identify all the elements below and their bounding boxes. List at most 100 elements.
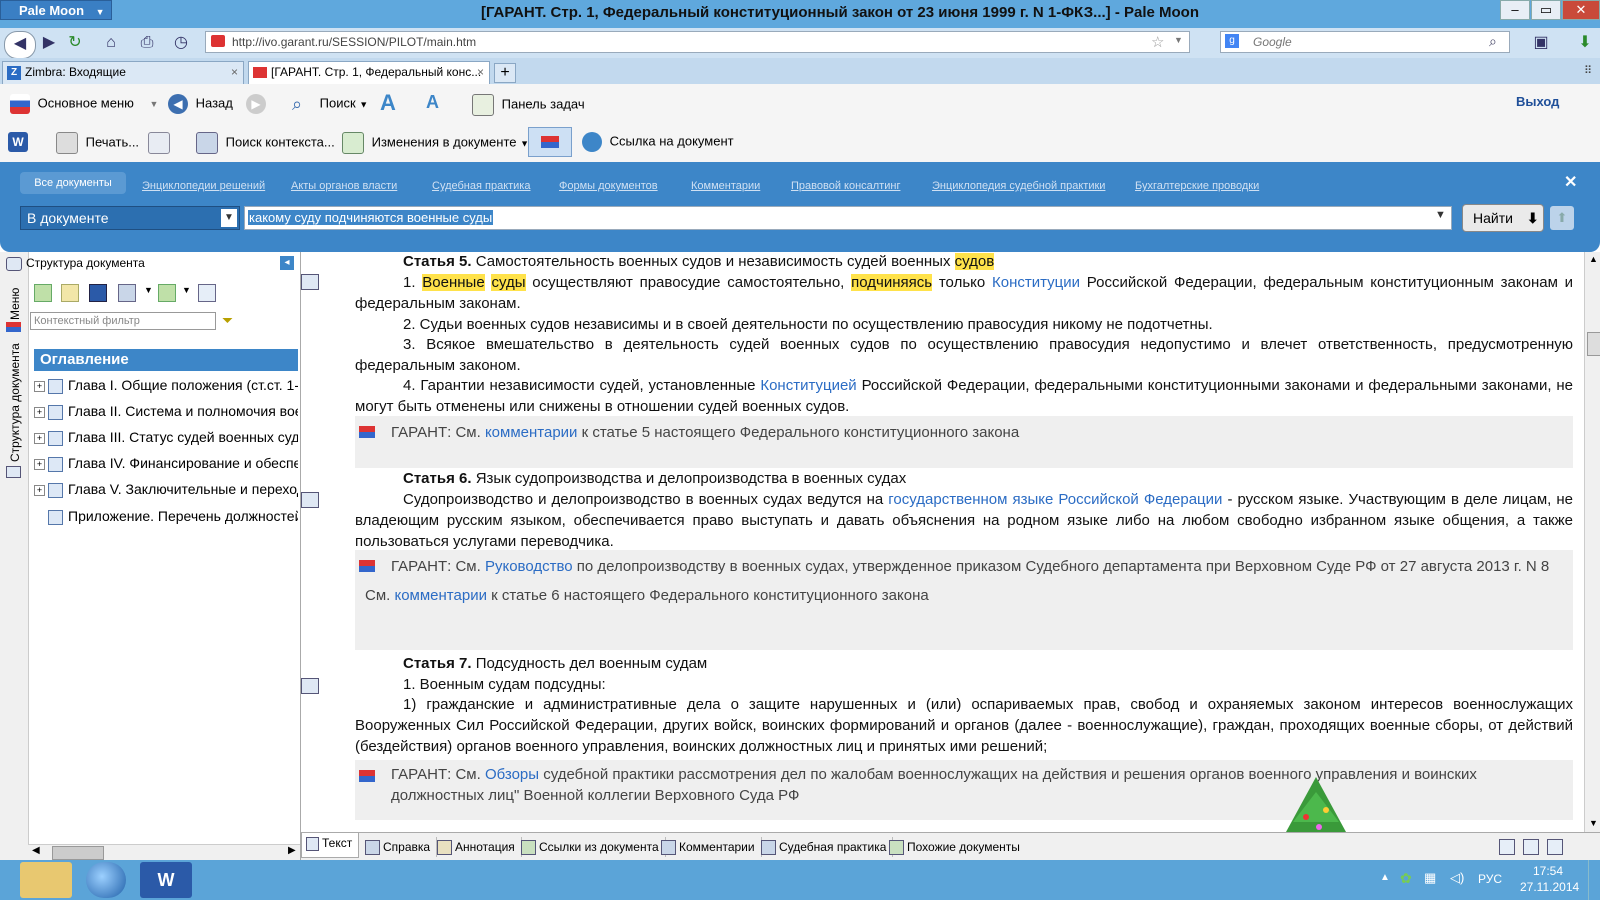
- vtab-structure[interactable]: Структура документа: [8, 343, 22, 462]
- tray-app-icon[interactable]: ✿: [1400, 870, 1412, 887]
- print-icon[interactable]: ⎙: [134, 31, 160, 55]
- tab-list-icon[interactable]: ⠿: [1584, 64, 1592, 77]
- address-bar[interactable]: http://ivo.garant.ru/SESSION/PILOT/main.…: [205, 31, 1190, 53]
- expand-plus-icon[interactable]: +: [34, 458, 45, 470]
- category-link[interactable]: Комментарии: [691, 180, 760, 192]
- toc-item[interactable]: + Глава II. Система и полномочия военных: [34, 398, 298, 424]
- vertical-scrollbar[interactable]: ▲ ▼: [1584, 252, 1600, 832]
- search-scope-select[interactable]: В документе ▼: [20, 206, 240, 230]
- document-icon[interactable]: [1523, 839, 1539, 855]
- tab-links-from-doc[interactable]: Ссылки из документа: [517, 837, 666, 857]
- download-icon[interactable]: ⬇: [1572, 31, 1598, 55]
- law-link[interactable]: Конституции: [992, 274, 1080, 291]
- category-link[interactable]: Формы документов: [559, 180, 658, 192]
- forward-button[interactable]: ▶: [246, 94, 270, 114]
- show-desktop-button[interactable]: [1588, 860, 1600, 900]
- scroll-left-icon[interactable]: ◀: [32, 845, 40, 856]
- comment-link[interactable]: комментарии: [485, 424, 577, 441]
- taskpanel-button[interactable]: Панель задач: [472, 94, 585, 116]
- find-button[interactable]: Найти ⬇: [1462, 204, 1544, 232]
- expand-plus-icon[interactable]: +: [34, 380, 45, 392]
- word-export-button[interactable]: W: [8, 132, 32, 152]
- chevron-down-icon[interactable]: ▼: [144, 285, 153, 295]
- scroll-up-icon[interactable]: ▲: [1589, 254, 1598, 264]
- palemoon-globe-icon[interactable]: [86, 862, 126, 898]
- margin-doc-icon[interactable]: [301, 274, 319, 290]
- clock-time[interactable]: 17:54: [1533, 864, 1563, 878]
- main-menu-button[interactable]: Основное меню ▼: [10, 94, 158, 114]
- print-button[interactable]: Печать...: [56, 132, 139, 154]
- tab-zimbra[interactable]: Z Zimbra: Входящие ×: [2, 61, 244, 84]
- tab-court-practice[interactable]: Судебная практика: [757, 837, 894, 857]
- forward-arrow-icon[interactable]: ▶: [36, 31, 62, 55]
- context-search-button[interactable]: Поиск контекста...: [196, 132, 335, 154]
- export-icon[interactable]: [158, 284, 176, 302]
- scroll-down-icon[interactable]: ▼: [1589, 818, 1598, 828]
- close-panel-icon[interactable]: ✕: [1564, 172, 1577, 192]
- home-icon[interactable]: ⌂: [98, 31, 124, 55]
- bookmark-icon[interactable]: [198, 284, 216, 302]
- save-button[interactable]: [148, 132, 174, 154]
- back-button[interactable]: ◀ Назад: [168, 94, 233, 114]
- volume-icon[interactable]: ◁): [1450, 870, 1464, 886]
- close-tab-icon[interactable]: ×: [477, 65, 484, 79]
- new-tab-button[interactable]: +: [494, 63, 516, 83]
- margin-doc-icon[interactable]: [301, 492, 319, 508]
- chevron-down-icon[interactable]: ▼: [182, 285, 191, 295]
- word-small-icon[interactable]: [89, 284, 107, 302]
- palemoon-menu-button[interactable]: Pale Moon ▼: [0, 0, 112, 20]
- font-decrease-icon[interactable]: A: [426, 92, 439, 113]
- maximize-button[interactable]: ▭: [1531, 0, 1561, 20]
- law-link[interactable]: Конституцией: [760, 377, 856, 394]
- tab-text[interactable]: Текст: [301, 833, 360, 858]
- scroll-right-icon[interactable]: ▶: [288, 845, 296, 856]
- tray-expand-icon[interactable]: ▲: [1380, 872, 1390, 883]
- sync-icon[interactable]: [118, 284, 136, 302]
- network-icon[interactable]: ▦: [1424, 870, 1436, 886]
- toc-item[interactable]: Приложение. Перечень должностей: [34, 503, 298, 529]
- exit-link[interactable]: Выход: [1516, 94, 1559, 109]
- margin-doc-icon[interactable]: [301, 678, 319, 694]
- category-link[interactable]: Энциклопедии решений: [142, 180, 265, 192]
- query-input[interactable]: какому суду подчиняются военные суды ▼: [244, 206, 1452, 230]
- garant-flag-toggle[interactable]: [528, 127, 572, 157]
- addons-icon[interactable]: ▣: [1528, 31, 1554, 55]
- law-link[interactable]: государственном языке Российской Федерац…: [888, 491, 1222, 508]
- comment-link[interactable]: комментарии: [394, 587, 486, 604]
- url-dropdown-icon[interactable]: ▼: [1174, 35, 1183, 45]
- expand-plus-icon[interactable]: +: [34, 432, 45, 444]
- google-icon[interactable]: g: [1225, 34, 1239, 48]
- collapse-all-icon[interactable]: [61, 284, 79, 302]
- close-tab-icon[interactable]: ×: [231, 65, 238, 79]
- close-window-button[interactable]: ✕: [1562, 0, 1600, 20]
- arrow-up-icon[interactable]: ⬆: [1550, 206, 1574, 230]
- tab-garant[interactable]: [ГАРАНТ. Стр. 1, Федеральный конс... ×: [248, 61, 490, 84]
- font-increase-icon[interactable]: A: [380, 90, 396, 116]
- doc-changes-button[interactable]: Изменения в документе ▼: [342, 132, 529, 154]
- tab-comments[interactable]: Комментарии: [657, 837, 762, 857]
- print-preview-icon[interactable]: [1547, 839, 1563, 855]
- toc-item[interactable]: + Глава IV. Финансирование и обеспечение: [34, 450, 298, 476]
- category-link[interactable]: Правовой консалтинг: [791, 180, 900, 192]
- search-button[interactable]: ⌕ Поиск ▼: [292, 94, 368, 114]
- vtab-menu[interactable]: Меню: [8, 288, 22, 320]
- comment-link[interactable]: Обзоры: [485, 766, 539, 783]
- minimize-button[interactable]: –: [1500, 0, 1530, 20]
- history-icon[interactable]: ◷: [168, 31, 194, 55]
- category-link[interactable]: Бухгалтерские проводки: [1135, 180, 1259, 192]
- reload-icon[interactable]: ↻: [62, 31, 88, 55]
- query-history-icon[interactable]: ▼: [1435, 209, 1446, 221]
- scroll-thumb[interactable]: [1587, 332, 1600, 356]
- word-taskbar-icon[interactable]: W: [140, 862, 192, 898]
- toc-item[interactable]: + Глава I. Общие положения (ст.ст. 1-: [34, 372, 298, 398]
- context-filter-input[interactable]: Контекстный фильтр: [30, 312, 216, 330]
- bookmark-icon[interactable]: [1499, 839, 1515, 855]
- expand-all-icon[interactable]: [34, 284, 52, 302]
- web-search-bar[interactable]: g Google ⌕: [1220, 31, 1510, 53]
- expand-plus-icon[interactable]: +: [34, 406, 45, 418]
- back-arrow-icon[interactable]: ◀: [4, 31, 36, 59]
- category-link[interactable]: Энциклопедия судебной практики: [932, 180, 1105, 192]
- comment-link[interactable]: Руководство: [485, 558, 573, 575]
- collapse-panel-icon[interactable]: ◂: [280, 256, 294, 270]
- scroll-thumb[interactable]: [52, 846, 104, 860]
